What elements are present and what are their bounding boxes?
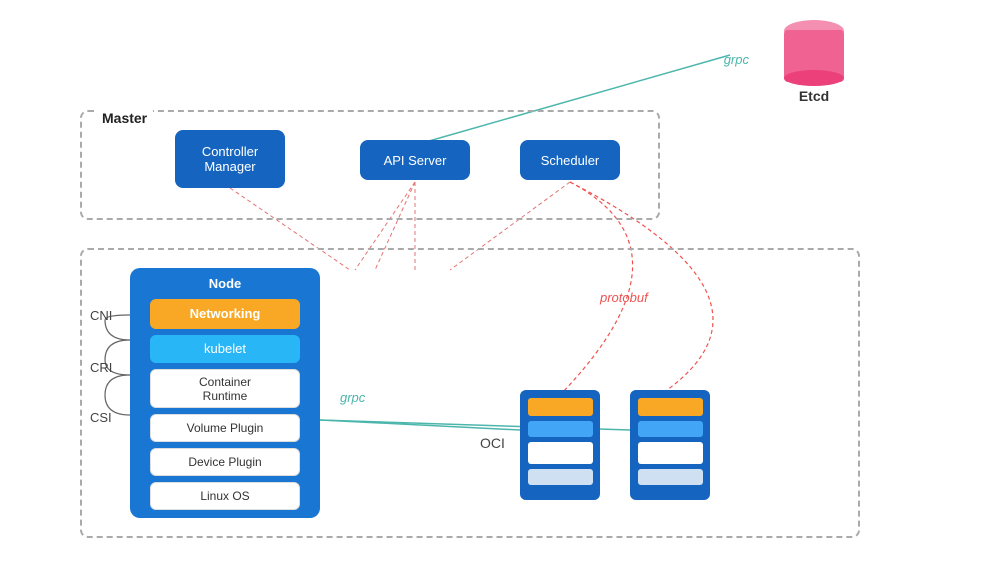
kubelet-component: kubelet: [150, 335, 300, 363]
etcd-label: Etcd: [799, 88, 829, 104]
controller-manager: Controller Manager: [175, 130, 285, 188]
device-plugin-component: Device Plugin: [150, 448, 300, 476]
protobuf-label: protobuf: [600, 290, 648, 305]
container-bar-white-2: [638, 442, 703, 464]
container-bar-white-sm-2: [638, 469, 703, 485]
networking-component: Networking: [150, 299, 300, 329]
container-bar-blue-2: [638, 421, 703, 437]
oci-container-1: [520, 390, 600, 500]
cni-label: CNI: [90, 308, 112, 323]
grpc-node-label: grpc: [340, 390, 365, 405]
etcd-bottom: [784, 70, 844, 86]
oci-label: OCI: [480, 435, 505, 451]
container-bar-orange-1: [528, 398, 593, 416]
scheduler: Scheduler: [520, 140, 620, 180]
cri-label: CRI: [90, 360, 112, 375]
grpc-top-label: grpc: [724, 52, 749, 67]
api-server-label: API Server: [384, 153, 447, 168]
controller-manager-label: Controller Manager: [202, 144, 258, 174]
container-runtime-component: Container Runtime: [150, 369, 300, 409]
node-inner-label: Node: [209, 276, 242, 291]
container-bar-white-sm-1: [528, 469, 593, 485]
container-bar-blue-1: [528, 421, 593, 437]
api-server: API Server: [360, 140, 470, 180]
master-label: Master: [96, 110, 153, 126]
oci-container-2: [630, 390, 710, 500]
etcd-icon: [784, 18, 844, 86]
node-inner-box: Node Networking kubelet Container Runtim…: [130, 268, 320, 518]
scheduler-label: Scheduler: [541, 153, 600, 168]
volume-plugin-component: Volume Plugin: [150, 414, 300, 442]
csi-label: CSI: [90, 410, 112, 425]
linux-os-component: Linux OS: [150, 482, 300, 510]
diagram-container: Etcd grpc Master Controller Manager API …: [0, 0, 999, 562]
etcd-component: Etcd: [784, 18, 844, 104]
container-bar-white-1: [528, 442, 593, 464]
container-bar-orange-2: [638, 398, 703, 416]
